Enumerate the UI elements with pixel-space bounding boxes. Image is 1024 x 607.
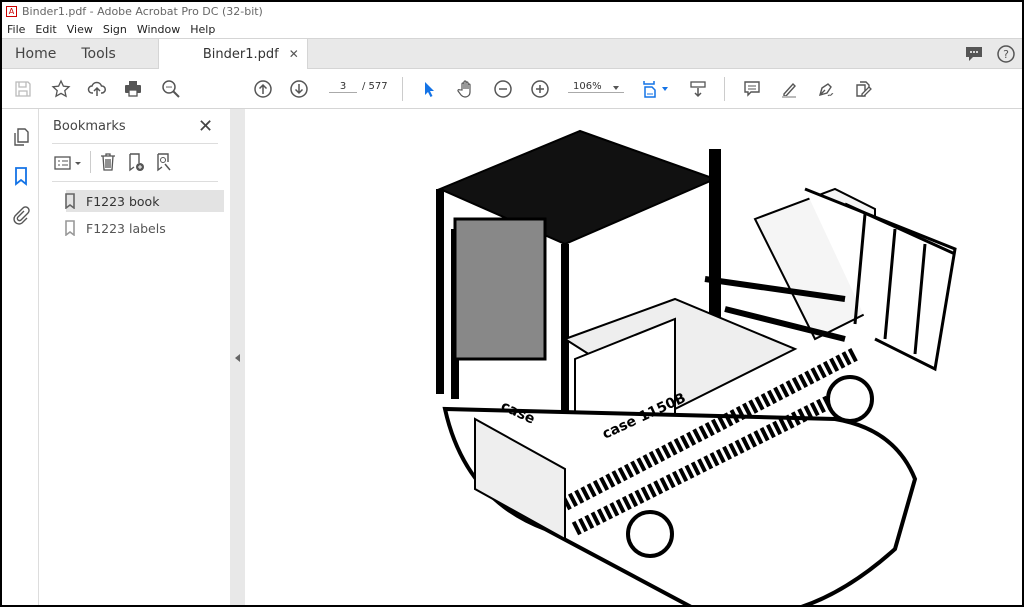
bookmark-icon [65, 193, 75, 209]
sign-pen-icon[interactable] [815, 78, 837, 100]
window-title: Binder1.pdf - Adobe Acrobat Pro DC (32-b… [22, 4, 263, 18]
menu-view[interactable]: View [62, 23, 98, 36]
select-cursor-icon[interactable] [418, 78, 440, 100]
page-number-input[interactable]: 3 [329, 81, 357, 93]
divider [402, 77, 403, 101]
navigation-rail [2, 109, 39, 605]
close-tab-icon[interactable]: ✕ [289, 47, 299, 61]
cloud-upload-icon[interactable] [86, 78, 108, 100]
tab-tools[interactable]: Tools [68, 39, 128, 68]
menu-sign[interactable]: Sign [98, 23, 132, 36]
menu-window[interactable]: Window [132, 23, 185, 36]
svg-text:?: ? [1003, 48, 1009, 61]
scroll-mode-icon[interactable] [687, 78, 709, 100]
page-thumbnails-icon[interactable] [11, 127, 31, 147]
bookmark-label: F1223 labels [86, 220, 166, 236]
collapse-panel-handle[interactable] [230, 109, 245, 605]
comment-bubble-icon[interactable] [964, 44, 984, 64]
toolbar: 3 / 577 106% [2, 69, 1022, 109]
tab-home[interactable]: Home [2, 39, 68, 68]
bookmark-icon [65, 220, 75, 236]
zoom-out-icon[interactable] [492, 78, 514, 100]
menu-edit[interactable]: Edit [30, 23, 61, 36]
bookmark-label: F1223 book [86, 193, 160, 209]
menu-file[interactable]: File [2, 23, 30, 36]
menu-bar: File Edit View Sign Window Help [2, 20, 1022, 38]
zoom-level-dropdown[interactable]: 106% [568, 81, 624, 93]
highlight-icon[interactable] [778, 78, 800, 100]
title-bar: A Binder1.pdf - Adobe Acrobat Pro DC (32… [2, 2, 1022, 20]
previous-page-icon[interactable] [252, 78, 274, 100]
add-comment-icon[interactable] [741, 78, 763, 100]
tab-bar: Home Tools Binder1.pdf ✕ ? [2, 38, 1022, 69]
delete-bookmark-icon[interactable] [98, 152, 118, 172]
bookmarks-icon[interactable] [11, 166, 31, 186]
help-icon[interactable]: ? [996, 44, 1016, 64]
print-icon[interactable] [122, 78, 144, 100]
attachments-icon[interactable] [11, 205, 31, 225]
next-page-icon[interactable] [288, 78, 310, 100]
hand-tool-icon[interactable] [455, 78, 477, 100]
tab-document[interactable]: Binder1.pdf ✕ [157, 39, 308, 69]
divider [52, 181, 218, 182]
find-bookmark-icon[interactable] [154, 152, 174, 172]
save-icon[interactable] [12, 78, 34, 100]
new-bookmark-icon[interactable] [126, 152, 146, 172]
bulldozer-illustration: case 1150B case [436, 129, 957, 605]
bookmarks-panel: Bookmarks ✕ F1223 book F1223 labels [40, 109, 229, 605]
acrobat-logo-icon: A [6, 5, 17, 17]
fit-page-icon[interactable] [640, 78, 662, 100]
options-menu-icon[interactable] [54, 154, 84, 172]
tab-document-label: Binder1.pdf [202, 46, 279, 62]
bookmarks-title: Bookmarks [53, 119, 126, 134]
zoom-in-icon[interactable] [529, 78, 551, 100]
bookmark-item[interactable]: F1223 labels [65, 217, 224, 239]
menu-help[interactable]: Help [185, 23, 220, 36]
page-count: / 577 [362, 81, 388, 92]
star-icon[interactable] [50, 78, 72, 100]
divider [90, 151, 91, 173]
divider [724, 77, 725, 101]
document-page: case 1150B case [245, 109, 1022, 605]
divider [52, 143, 218, 144]
fit-dropdown-arrow-icon[interactable] [662, 87, 668, 94]
bookmark-item[interactable]: F1223 book [65, 190, 224, 212]
close-panel-icon[interactable]: ✕ [198, 116, 213, 137]
zoom-search-icon[interactable] [160, 78, 182, 100]
edit-pdf-icon[interactable] [852, 78, 874, 100]
